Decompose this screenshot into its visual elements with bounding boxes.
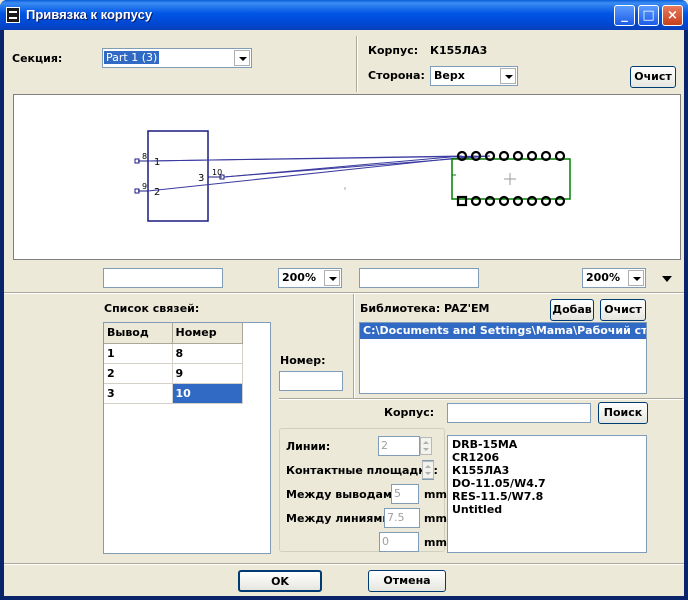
side-value: Верх — [434, 69, 465, 82]
library-path-item[interactable]: C:\Documents and Settings\Mama\Рабочий с… — [360, 323, 646, 339]
lines-spinner[interactable] — [420, 437, 432, 455]
close-button[interactable]: × — [662, 5, 683, 26]
clear-button-top[interactable]: Очист — [630, 66, 676, 88]
ok-button[interactable]: OK — [238, 570, 322, 592]
cell-number[interactable]: 8 — [172, 343, 243, 364]
library-label: Библиотека: PAZ'EM — [360, 302, 490, 315]
pads-spinner[interactable] — [422, 461, 434, 479]
chevron-down-icon[interactable] — [234, 50, 250, 66]
library-list[interactable]: C:\Documents and Settings\Mama\Рабочий с… — [359, 322, 647, 394]
cell-pin[interactable]: 1 — [104, 343, 173, 364]
cell-number[interactable]: 9 — [172, 363, 243, 384]
between-lines-field[interactable]: 7.5 — [384, 508, 420, 528]
add-library-button[interactable]: Добав — [550, 299, 594, 321]
preview-drawing: 8 1 9 2 10 3 — [134, 130, 571, 222]
zoom-select-left[interactable]: 200% — [278, 268, 342, 288]
table-row[interactable]: 3 10 — [104, 383, 243, 404]
column-header-number[interactable]: Номер — [172, 323, 243, 344]
table-row[interactable]: 2 9 — [104, 363, 243, 384]
window-title: Привязка к корпусу — [26, 7, 153, 22]
title-bar[interactable]: Привязка к корпусу _ □ × — [0, 0, 688, 30]
links-title: Список связей: — [104, 302, 200, 315]
list-item[interactable]: DO-11.05/W4.7 — [452, 477, 546, 490]
section-value: Part 1 (3) — [104, 51, 160, 64]
maximize-button[interactable]: □ — [638, 5, 659, 26]
cases-list[interactable]: DRB-15MA CR1206 К155ЛА3 DO-11.05/W4.7 RE… — [447, 435, 647, 553]
minimize-button[interactable]: _ — [614, 5, 635, 26]
zoom-select-right[interactable]: 200% — [582, 268, 646, 288]
zoom-value-right: 200% — [586, 271, 620, 284]
case-search-input[interactable] — [447, 403, 591, 423]
expand-arrow-icon[interactable] — [662, 276, 672, 282]
middle-vertical-divider — [353, 294, 355, 398]
pin-label-2: 2 — [154, 187, 160, 198]
top-divider — [356, 36, 358, 92]
pin-number-2: 9 — [142, 182, 147, 191]
package-value: К155ЛА3 — [430, 44, 488, 57]
unit-label: mm — [424, 512, 447, 525]
footprint-pads-bottom — [456, 195, 566, 207]
case-label: Корпус: — [384, 406, 435, 419]
offset-field[interactable]: 0 — [379, 532, 419, 552]
clear-library-button[interactable]: Очист — [600, 299, 646, 321]
package-label: Корпус: — [368, 44, 419, 57]
cell-pin[interactable]: 3 — [104, 383, 173, 404]
list-item[interactable]: Untitled — [452, 503, 502, 516]
bottom-divider — [4, 563, 684, 565]
section-label: Секция: — [12, 52, 63, 65]
number-field[interactable] — [279, 371, 343, 391]
between-lines-label: Между линиями: — [286, 512, 395, 525]
dialog-body: Секция: Part 1 (3) Корпус: К155ЛА3 Сторо… — [4, 30, 684, 596]
side-label: Сторона: — [368, 69, 425, 82]
chevron-down-icon[interactable] — [324, 270, 340, 286]
unit-label: mm — [424, 488, 447, 501]
lower-divider — [279, 398, 684, 400]
middle-divider — [4, 292, 684, 294]
pin-number-3: 10 — [212, 168, 222, 177]
between-pins-label: Между выводами: — [286, 488, 405, 501]
list-item[interactable]: К155ЛА3 — [452, 464, 509, 477]
column-header-pin[interactable]: Вывод — [104, 323, 173, 344]
side-select[interactable]: Верх — [430, 66, 518, 86]
zoom-value-left: 200% — [282, 271, 316, 284]
coords-field-left[interactable] — [103, 268, 223, 288]
lines-label: Линии: — [286, 440, 331, 453]
chevron-down-icon[interactable] — [500, 68, 516, 84]
cell-number-selected[interactable]: 10 — [172, 383, 243, 404]
coords-field-right[interactable] — [359, 268, 479, 288]
preview-canvas[interactable]: 8 1 9 2 10 3 — [13, 94, 681, 260]
pin-number-1: 8 — [142, 152, 147, 161]
list-item[interactable]: DRB-15MA — [452, 438, 517, 451]
list-item[interactable]: RES-11.5/W7.8 — [452, 490, 543, 503]
links-table[interactable]: Вывод Номер 1 8 2 9 3 10 — [103, 322, 271, 554]
pads-label: Контактные площадки: — [286, 464, 438, 477]
unit-label: mm — [424, 536, 447, 549]
number-label: Номер: — [280, 354, 326, 367]
lines-field[interactable]: 2 — [378, 436, 420, 456]
table-row[interactable]: 1 8 — [104, 343, 243, 364]
between-pins-field[interactable]: 5 — [391, 484, 419, 504]
chevron-down-icon[interactable] — [628, 270, 644, 286]
pin-label-3: 3 — [198, 173, 204, 184]
dialog-window: Привязка к корпусу _ □ × Секция: Part 1 … — [0, 0, 688, 600]
list-item[interactable]: CR1206 — [452, 451, 499, 464]
cell-pin[interactable]: 2 — [104, 363, 173, 384]
search-button[interactable]: Поиск — [598, 402, 648, 424]
app-icon — [6, 7, 20, 23]
pin-label-1: 1 — [154, 157, 160, 168]
links-grid: Вывод Номер 1 8 2 9 3 10 — [104, 323, 243, 404]
cancel-button[interactable]: Отмена — [368, 570, 446, 592]
section-select[interactable]: Part 1 (3) — [102, 48, 252, 68]
